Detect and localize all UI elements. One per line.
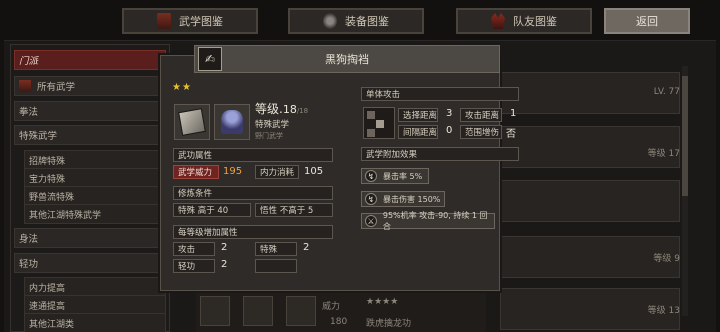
card-level: 等级 17 [647, 149, 680, 159]
growth-label: 轻功 [173, 259, 215, 273]
tab-label: 队友图鉴 [513, 15, 557, 28]
effect-text: 暴击伤害 150% [383, 194, 441, 204]
sidebar-subitem[interactable]: 其他江湖特殊武学 [24, 204, 166, 224]
growth-label: 攻击 [173, 242, 215, 256]
select-distance-value: 3 [446, 108, 453, 119]
aoe-damage-value: 否 [506, 129, 516, 140]
attack-distance-label: 攻击距离 [460, 108, 502, 122]
master-icon [243, 296, 273, 326]
skill-book-slot [174, 104, 210, 140]
plus-icon[interactable] [286, 296, 316, 326]
summary-skill-name: 跌虎擒龙功 [366, 319, 412, 329]
requirement-2: 悟性 不高于 5 [255, 203, 333, 217]
select-distance-label: 选择距离 [398, 108, 438, 122]
growth-section-head: 每等级增加属性 [173, 225, 333, 239]
card-level: LV. 77 [653, 87, 680, 97]
effects-section-head: 武学附加效果 [361, 147, 519, 161]
sidebar-item-label: 所有武学 [37, 82, 76, 93]
rarity-stars: ★★ [172, 82, 192, 93]
gap-distance-label: 间隔距离 [398, 125, 438, 139]
skill-scroll-icon[interactable]: ✍ [198, 47, 222, 71]
req-section-head: 修炼条件 [173, 186, 333, 200]
power-value: 195 [223, 166, 243, 177]
book-icon [178, 108, 206, 136]
lightning-icon: ↯ [365, 170, 377, 182]
level-label: 等级. [255, 102, 283, 116]
tab-label: 装备图鉴 [345, 15, 389, 28]
sidebar-item-all[interactable]: 所有武学 [14, 76, 166, 96]
popup-title: 黑狗掏裆 [194, 45, 500, 73]
sidebar-item-special[interactable]: 特殊武学 [14, 125, 166, 145]
effect-text: 暴击率 5% [383, 171, 423, 181]
attack-type: 单体攻击 [361, 87, 519, 101]
scrollbar-thumb[interactable] [682, 76, 688, 196]
sidebar-subitem[interactable]: 野兽流特殊 [24, 186, 166, 206]
range-cell [367, 129, 375, 137]
sidebar-item-qinggong[interactable]: 轻功 [14, 253, 166, 273]
master-slot [214, 104, 250, 140]
armor-icon [323, 13, 337, 29]
sidebar-subitem[interactable]: 其他江湖类 [24, 313, 166, 332]
summary-field-value: 180 [330, 317, 348, 327]
mask-icon [491, 13, 505, 29]
range-cell [376, 120, 384, 128]
book-icon [200, 296, 230, 326]
skill-sect: 野门武学 [255, 132, 283, 140]
sidebar-subitem[interactable]: 速通提高 [24, 295, 166, 315]
level-max: /18 [296, 107, 309, 115]
level-value: 18 [282, 103, 297, 116]
sidebar-item-movement[interactable]: 身法 [14, 228, 166, 248]
master-icon [221, 110, 243, 134]
growth-value: 2 [221, 242, 228, 253]
sidebar-header[interactable]: 门派 [14, 50, 166, 70]
summary-stars: ★★★★ [366, 297, 399, 307]
attack-distance-value: 1 [510, 108, 517, 119]
tab-equipment-codex[interactable]: 装备图鉴 [288, 8, 424, 34]
sword-icon: ⚔ [365, 215, 377, 227]
growth-label-empty [255, 259, 297, 273]
book-icon [19, 80, 31, 92]
summary-field-label: 威力 [322, 302, 341, 312]
effect-text: 95%机率 攻击-90, 持续 1 回合 [382, 211, 488, 231]
power-label: 武学威力 [173, 165, 219, 179]
sidebar-item-fist[interactable]: 拳法 [14, 101, 166, 121]
gap-distance-value: 0 [446, 125, 453, 136]
card-level: 等级 9 [653, 254, 680, 264]
effect-crit-damage: ↯ 暴击伤害 150% [361, 191, 445, 207]
effect-debuff: ⚔ 95%机率 攻击-90, 持续 1 回合 [361, 211, 495, 231]
growth-value: 2 [303, 242, 310, 253]
skill-list-card[interactable] [500, 180, 680, 222]
tab-companion-codex[interactable]: 队友图鉴 [456, 8, 592, 34]
attr-section-head: 武功属性 [173, 148, 333, 162]
tab-martial-codex[interactable]: 武学图鉴 [122, 8, 258, 34]
aoe-damage-label: 范围增伤 [460, 125, 502, 139]
mp-value: 105 [304, 166, 324, 177]
card-level: 等级 13 [647, 306, 680, 316]
range-cell [367, 111, 375, 119]
growth-value: 2 [221, 259, 228, 270]
lightning-icon: ↯ [365, 193, 377, 205]
skill-type: 特殊武学 [255, 120, 290, 130]
sidebar-subitem[interactable]: 内力提高 [24, 277, 166, 297]
sidebar-subitem[interactable]: 招牌特殊 [24, 150, 166, 170]
requirement-1: 特殊 高于 40 [173, 203, 251, 217]
mp-label: 内力消耗 [255, 165, 299, 179]
range-grid [363, 107, 395, 139]
back-button[interactable]: 返回 [604, 8, 690, 34]
growth-label: 特殊 [255, 242, 297, 256]
sidebar-subitem[interactable]: 宝力特殊 [24, 168, 166, 188]
tab-label: 武学图鉴 [179, 15, 223, 28]
effect-crit-rate: ↯ 暴击率 5% [361, 168, 429, 184]
level-display: 等级.18/18 [255, 100, 308, 117]
book-icon [157, 13, 171, 29]
